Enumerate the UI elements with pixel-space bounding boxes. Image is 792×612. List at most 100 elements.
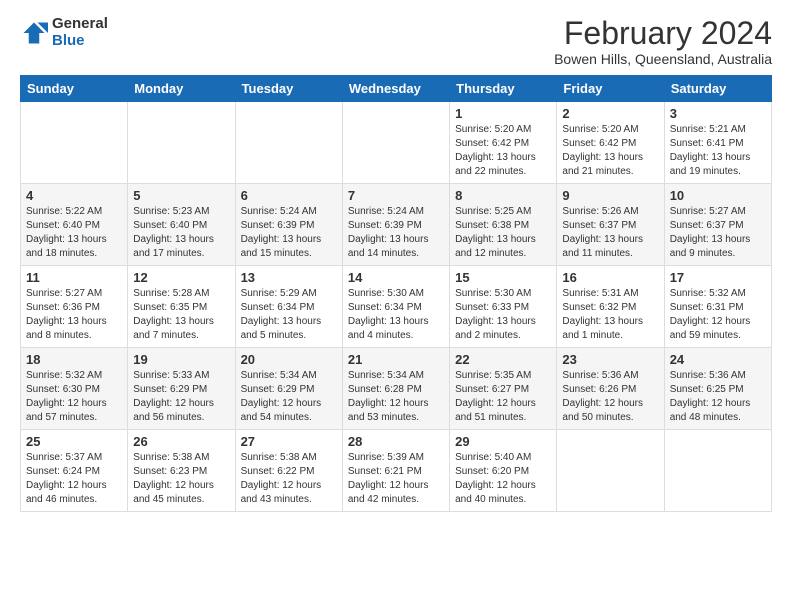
calendar-cell: 8 Sunrise: 5:25 AMSunset: 6:38 PMDaylight… — [450, 184, 557, 266]
calendar-cell: 27Sunrise: 5:38 AMSunset: 6:22 PMDayligh… — [235, 430, 342, 512]
logo-general: General — [52, 16, 108, 33]
calendar-cell: 18Sunrise: 5:32 AMSunset: 6:30 PMDayligh… — [21, 348, 128, 430]
day-number: 6 — [241, 188, 337, 203]
calendar-cell: 14 Sunrise: 5:30 AMSunset: 6:34 PMDayligh… — [342, 266, 449, 348]
calendar-week-4: 18Sunrise: 5:32 AMSunset: 6:30 PMDayligh… — [21, 348, 772, 430]
calendar-cell: 7Sunrise: 5:24 AMSunset: 6:39 PMDaylight… — [342, 184, 449, 266]
day-number: 9 — [562, 188, 658, 203]
day-number: 21 — [348, 352, 444, 367]
day-number: 7 — [348, 188, 444, 203]
day-number: 5 — [133, 188, 229, 203]
header: General Blue February 2024 Bowen Hills, … — [20, 16, 772, 67]
day-number: 12 — [133, 270, 229, 285]
day-header-monday: Monday — [128, 76, 235, 102]
calendar-week-3: 11Sunrise: 5:27 AMSunset: 6:36 PMDayligh… — [21, 266, 772, 348]
day-info: Sunrise: 5:20 AMSunset: 6:42 PMDaylight:… — [455, 123, 551, 179]
calendar-cell — [664, 430, 771, 512]
main-title: February 2024 — [554, 16, 772, 51]
calendar-cell: 29Sunrise: 5:40 AMSunset: 6:20 PMDayligh… — [450, 430, 557, 512]
calendar-cell: 10 Sunrise: 5:27 AMSunset: 6:37 PMDayligh… — [664, 184, 771, 266]
day-number: 10 — [670, 188, 766, 203]
calendar-cell: 9 Sunrise: 5:26 AMSunset: 6:37 PMDaylight… — [557, 184, 664, 266]
page: General Blue February 2024 Bowen Hills, … — [0, 0, 792, 522]
day-info: Sunrise: 5:38 AMSunset: 6:22 PMDaylight:… — [241, 451, 337, 507]
day-header-friday: Friday — [557, 76, 664, 102]
day-number: 14 — [348, 270, 444, 285]
day-info: Sunrise: 5:30 AMSunset: 6:34 PMDaylight:… — [348, 287, 444, 343]
day-info: Sunrise: 5:22 AMSunset: 6:40 PMDaylight:… — [26, 205, 122, 261]
day-info: Sunrise: 5:20 AMSunset: 6:42 PMDaylight:… — [562, 123, 658, 179]
day-info: Sunrise: 5:26 AMSunset: 6:37 PMDaylight:… — [562, 205, 658, 261]
calendar-cell: 24 Sunrise: 5:36 AMSunset: 6:25 PMDayligh… — [664, 348, 771, 430]
calendar-cell — [128, 102, 235, 184]
day-info: Sunrise: 5:34 AMSunset: 6:29 PMDaylight:… — [241, 369, 337, 425]
calendar-cell: 22 Sunrise: 5:35 AMSunset: 6:27 PMDayligh… — [450, 348, 557, 430]
calendar-cell: 3 Sunrise: 5:21 AMSunset: 6:41 PMDaylight… — [664, 102, 771, 184]
logo-text: General Blue — [52, 16, 108, 49]
calendar-cell: 5 Sunrise: 5:23 AMSunset: 6:40 PMDaylight… — [128, 184, 235, 266]
day-info: Sunrise: 5:27 AMSunset: 6:37 PMDaylight:… — [670, 205, 766, 261]
calendar-cell: 11Sunrise: 5:27 AMSunset: 6:36 PMDayligh… — [21, 266, 128, 348]
day-info: Sunrise: 5:25 AMSunset: 6:38 PMDaylight:… — [455, 205, 551, 261]
calendar-cell: 1 Sunrise: 5:20 AMSunset: 6:42 PMDaylight… — [450, 102, 557, 184]
day-info: Sunrise: 5:32 AMSunset: 6:30 PMDaylight:… — [26, 369, 122, 425]
logo-blue: Blue — [52, 33, 108, 50]
day-number: 19 — [133, 352, 229, 367]
calendar-week-1: 1 Sunrise: 5:20 AMSunset: 6:42 PMDaylight… — [21, 102, 772, 184]
day-header-tuesday: Tuesday — [235, 76, 342, 102]
day-number: 13 — [241, 270, 337, 285]
calendar-week-2: 4 Sunrise: 5:22 AMSunset: 6:40 PMDaylight… — [21, 184, 772, 266]
day-info: Sunrise: 5:21 AMSunset: 6:41 PMDaylight:… — [670, 123, 766, 179]
day-info: Sunrise: 5:32 AMSunset: 6:31 PMDaylight:… — [670, 287, 766, 343]
day-info: Sunrise: 5:34 AMSunset: 6:28 PMDaylight:… — [348, 369, 444, 425]
day-info: Sunrise: 5:33 AMSunset: 6:29 PMDaylight:… — [133, 369, 229, 425]
day-number: 2 — [562, 106, 658, 121]
day-number: 8 — [455, 188, 551, 203]
day-number: 4 — [26, 188, 122, 203]
day-number: 26 — [133, 434, 229, 449]
day-info: Sunrise: 5:29 AMSunset: 6:34 PMDaylight:… — [241, 287, 337, 343]
calendar-cell: 21 Sunrise: 5:34 AMSunset: 6:28 PMDayligh… — [342, 348, 449, 430]
day-number: 28 — [348, 434, 444, 449]
calendar-cell: 12 Sunrise: 5:28 AMSunset: 6:35 PMDayligh… — [128, 266, 235, 348]
day-info: Sunrise: 5:36 AMSunset: 6:26 PMDaylight:… — [562, 369, 658, 425]
calendar-cell: 4 Sunrise: 5:22 AMSunset: 6:40 PMDaylight… — [21, 184, 128, 266]
day-info: Sunrise: 5:30 AMSunset: 6:33 PMDaylight:… — [455, 287, 551, 343]
day-info: Sunrise: 5:35 AMSunset: 6:27 PMDaylight:… — [455, 369, 551, 425]
day-number: 3 — [670, 106, 766, 121]
calendar-cell: 26 Sunrise: 5:38 AMSunset: 6:23 PMDayligh… — [128, 430, 235, 512]
day-number: 23 — [562, 352, 658, 367]
day-info: Sunrise: 5:31 AMSunset: 6:32 PMDaylight:… — [562, 287, 658, 343]
calendar-cell — [21, 102, 128, 184]
day-number: 1 — [455, 106, 551, 121]
day-header-saturday: Saturday — [664, 76, 771, 102]
calendar-cell: 20Sunrise: 5:34 AMSunset: 6:29 PMDayligh… — [235, 348, 342, 430]
calendar-week-5: 25Sunrise: 5:37 AMSunset: 6:24 PMDayligh… — [21, 430, 772, 512]
day-header-sunday: Sunday — [21, 76, 128, 102]
day-number: 11 — [26, 270, 122, 285]
calendar-header-row: SundayMondayTuesdayWednesdayThursdayFrid… — [21, 76, 772, 102]
day-header-wednesday: Wednesday — [342, 76, 449, 102]
day-info: Sunrise: 5:36 AMSunset: 6:25 PMDaylight:… — [670, 369, 766, 425]
calendar-cell: 2 Sunrise: 5:20 AMSunset: 6:42 PMDaylight… — [557, 102, 664, 184]
day-info: Sunrise: 5:24 AMSunset: 6:39 PMDaylight:… — [241, 205, 337, 261]
title-block: February 2024 Bowen Hills, Queensland, A… — [554, 16, 772, 67]
day-info: Sunrise: 5:28 AMSunset: 6:35 PMDaylight:… — [133, 287, 229, 343]
day-number: 24 — [670, 352, 766, 367]
day-number: 16 — [562, 270, 658, 285]
calendar-cell: 19 Sunrise: 5:33 AMSunset: 6:29 PMDayligh… — [128, 348, 235, 430]
day-info: Sunrise: 5:23 AMSunset: 6:40 PMDaylight:… — [133, 205, 229, 261]
day-info: Sunrise: 5:38 AMSunset: 6:23 PMDaylight:… — [133, 451, 229, 507]
calendar-cell — [235, 102, 342, 184]
calendar-cell: 28Sunrise: 5:39 AMSunset: 6:21 PMDayligh… — [342, 430, 449, 512]
calendar-cell — [557, 430, 664, 512]
calendar-cell: 16 Sunrise: 5:31 AMSunset: 6:32 PMDayligh… — [557, 266, 664, 348]
day-info: Sunrise: 5:40 AMSunset: 6:20 PMDaylight:… — [455, 451, 551, 507]
calendar-cell: 25Sunrise: 5:37 AMSunset: 6:24 PMDayligh… — [21, 430, 128, 512]
calendar-table: SundayMondayTuesdayWednesdayThursdayFrid… — [20, 75, 772, 512]
day-number: 25 — [26, 434, 122, 449]
logo: General Blue — [20, 16, 108, 49]
day-number: 17 — [670, 270, 766, 285]
calendar-cell: 6 Sunrise: 5:24 AMSunset: 6:39 PMDaylight… — [235, 184, 342, 266]
day-number: 22 — [455, 352, 551, 367]
